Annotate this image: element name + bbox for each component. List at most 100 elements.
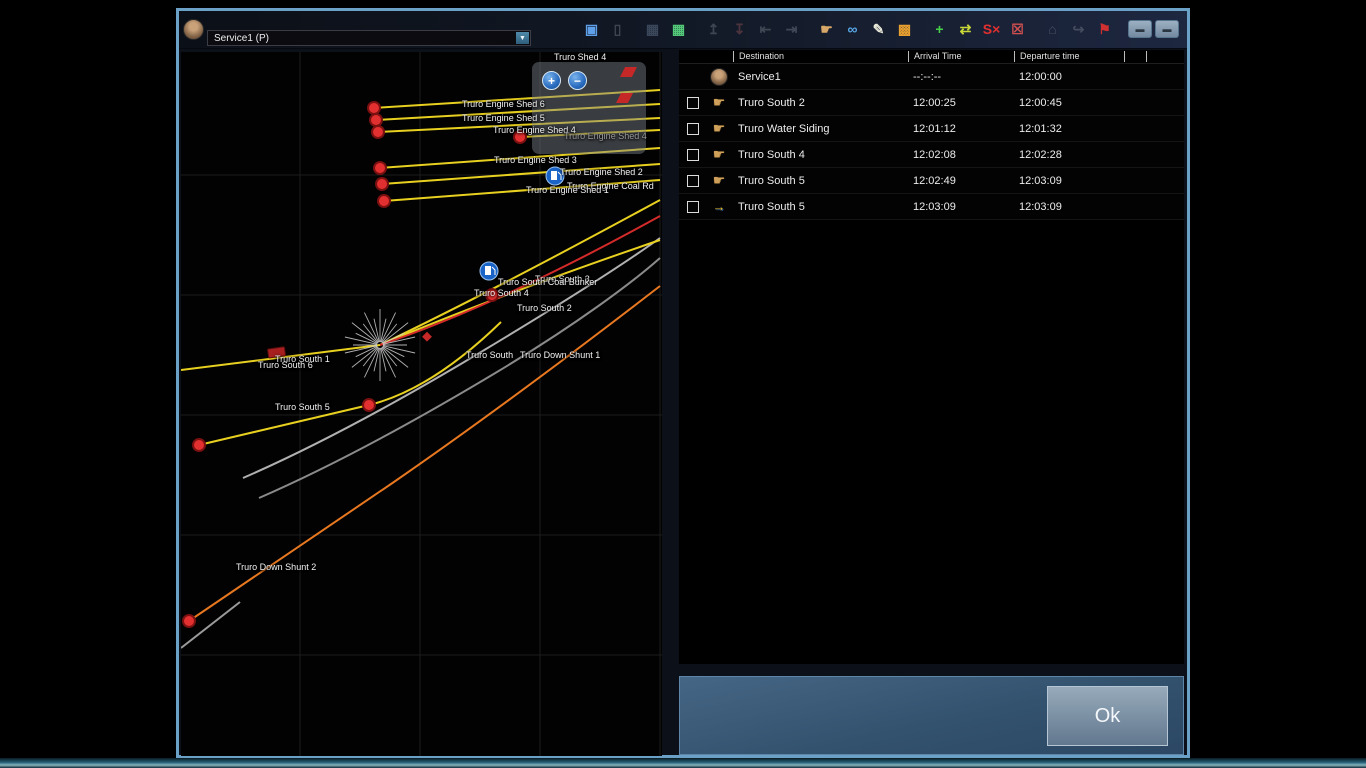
confirm-panel: Ok: [679, 676, 1184, 755]
window-button-2[interactable]: ▬: [1155, 20, 1179, 38]
stop-markers: [183, 102, 526, 627]
stop-hand-icon: ☛: [705, 172, 733, 189]
insert-after-icon: ⇥: [780, 18, 803, 41]
screen-bottom-glow: [0, 758, 1366, 768]
arrival-cell: 12:00:25: [908, 97, 1014, 109]
map-grid: [181, 52, 662, 756]
departure-cell: 12:02:28: [1014, 149, 1124, 161]
clear-grid-icon[interactable]: ☒: [1006, 18, 1029, 41]
stop-marker[interactable]: [372, 126, 384, 138]
download-icon: ↧: [728, 18, 751, 41]
stop-marker[interactable]: [193, 439, 205, 451]
fuel-pump-icon: [546, 167, 564, 185]
timetable-panel: Destination Arrival Time Departure time …: [679, 50, 1184, 664]
remove-service-icon[interactable]: S×: [980, 18, 1003, 41]
fuel-pump-icon: [480, 262, 498, 280]
departure-cell: 12:00:45: [1014, 97, 1124, 109]
destination-cell: Truro Water Siding: [733, 123, 908, 135]
export-up-icon: ↥: [702, 18, 725, 41]
destination-cell: Service1: [733, 71, 908, 83]
service-dropdown-value: Service1 (P): [214, 33, 269, 44]
red-building-icon: [616, 93, 633, 103]
service-dropdown[interactable]: Service1 (P) ▼: [207, 30, 531, 46]
junction-marker-icon: [422, 332, 432, 342]
table-row[interactable]: ☛ Truro South 4 12:02:08 12:02:28: [679, 142, 1184, 168]
arrival-cell: 12:01:12: [908, 123, 1014, 135]
chevron-down-icon[interactable]: ▼: [516, 32, 529, 44]
stop-hand-icon: ☛: [705, 120, 733, 137]
stop-marker[interactable]: [370, 114, 382, 126]
toolbar: Service1 (P) ▼ ▣▯ ▦▦ ↥↧⇤⇥ ☛∞✎▩ +⇄S×☒ ⌂↪⚑ ▬▬: [179, 11, 1187, 49]
header-extra-1: [1124, 51, 1146, 62]
route-map-canvas[interactable]: Truro Shed 4Truro Engine Shed 6Truro Eng…: [181, 52, 662, 756]
arrival-cell: 12:02:49: [908, 175, 1014, 187]
header-departure: Departure time: [1014, 51, 1124, 62]
insert-before-icon: ⇤: [754, 18, 777, 41]
stop-hand-icon: ☛: [705, 146, 733, 163]
destination-cell: Truro South 2: [733, 97, 908, 109]
binoculars-icon[interactable]: ∞: [841, 18, 864, 41]
delete-icon: ▯: [606, 18, 629, 41]
header-checkbox-col: [679, 51, 705, 62]
destination-cell: Truro South 4: [733, 149, 908, 161]
table-row[interactable]: ☛ Truro Water Siding 12:01:12 12:01:32: [679, 116, 1184, 142]
edit-timetable-icon[interactable]: ✎: [867, 18, 890, 41]
table-row[interactable]: ☛ Truro South 2 12:00:25 12:00:45: [679, 90, 1184, 116]
row-checkbox[interactable]: [687, 175, 699, 187]
row-checkbox[interactable]: [687, 201, 699, 213]
ok-button[interactable]: Ok: [1047, 686, 1168, 746]
map-tracks: [181, 52, 662, 756]
stop-marker[interactable]: [374, 162, 386, 174]
departure-cell: 12:00:00: [1014, 71, 1124, 83]
stop-marker[interactable]: [183, 615, 195, 627]
stop-hand-icon: ☛: [705, 94, 733, 111]
row-checkbox[interactable]: [687, 123, 699, 135]
zoom-in-button[interactable]: +: [542, 71, 561, 90]
arrival-cell: 12:03:09: [908, 201, 1014, 213]
desktop: Service1 (P) ▼ ▣▯▦▦↥↧⇤⇥☛∞✎▩+⇄S×☒⌂↪⚑▬▬: [0, 0, 1366, 768]
map-zoom-panel: + −: [532, 62, 646, 154]
driver-avatar-icon: [183, 19, 204, 40]
header-arrival: Arrival Time: [908, 51, 1014, 62]
palette-grid-icon[interactable]: ▩: [893, 18, 916, 41]
loco-marker-icon[interactable]: [268, 347, 286, 358]
row-checkbox[interactable]: [687, 149, 699, 161]
header-extra-2: [1146, 51, 1184, 62]
departure-cell: 12:01:32: [1014, 123, 1124, 135]
exit-icon: ↪: [1067, 18, 1090, 41]
zoom-out-button[interactable]: −: [568, 71, 587, 90]
window-button-1[interactable]: ▬: [1128, 20, 1152, 38]
stop-marker[interactable]: [368, 102, 380, 114]
grid-colored-icon[interactable]: ▦: [667, 18, 690, 41]
arrival-cell: --:--:--: [908, 71, 1014, 83]
table-header: Destination Arrival Time Departure time: [679, 50, 1184, 64]
stop-marker[interactable]: [363, 399, 375, 411]
departure-cell: 12:03:09: [1014, 201, 1124, 213]
stop-marker[interactable]: [376, 178, 388, 190]
swap-arrows-icon[interactable]: ⇄: [954, 18, 977, 41]
save-icon[interactable]: ▣: [580, 18, 603, 41]
stop-marker[interactable]: [378, 195, 390, 207]
hand-tool-icon[interactable]: ☛: [815, 18, 838, 41]
row-checkbox[interactable]: [687, 97, 699, 109]
destination-cell: Truro South 5: [733, 175, 908, 187]
driver-avatar-icon: [710, 68, 728, 86]
timetable-editor-window: Service1 (P) ▼ ▣▯▦▦↥↧⇤⇥☛∞✎▩+⇄S×☒⌂↪⚑▬▬: [176, 8, 1190, 758]
destination-cell: Truro South 5: [733, 201, 908, 213]
red-building-icon: [620, 67, 637, 77]
header-destination: Destination: [733, 51, 908, 62]
stop-marker[interactable]: [514, 131, 526, 143]
flag-icon[interactable]: ⚑: [1093, 18, 1116, 41]
departure-cell: 12:03:09: [1014, 175, 1124, 187]
arrival-cell: 12:02:08: [908, 149, 1014, 161]
final-destination-arrow-icon: →: [705, 199, 733, 214]
home-icon: ⌂: [1041, 18, 1064, 41]
toolbar-icon-group: ▣▯ ▦▦ ↥↧⇤⇥ ☛∞✎▩ +⇄S×☒ ⌂↪⚑ ▬▬: [580, 15, 1179, 43]
header-icon-col: [705, 51, 733, 62]
add-service-icon[interactable]: +: [928, 18, 951, 41]
stop-marker[interactable]: [486, 289, 498, 301]
table-row[interactable]: ☛ Truro South 5 12:02:49 12:03:09: [679, 168, 1184, 194]
grid-icon: ▦: [641, 18, 664, 41]
table-row[interactable]: Service1 --:--:-- 12:00:00: [679, 64, 1184, 90]
table-row[interactable]: → Truro South 5 12:03:09 12:03:09: [679, 194, 1184, 220]
